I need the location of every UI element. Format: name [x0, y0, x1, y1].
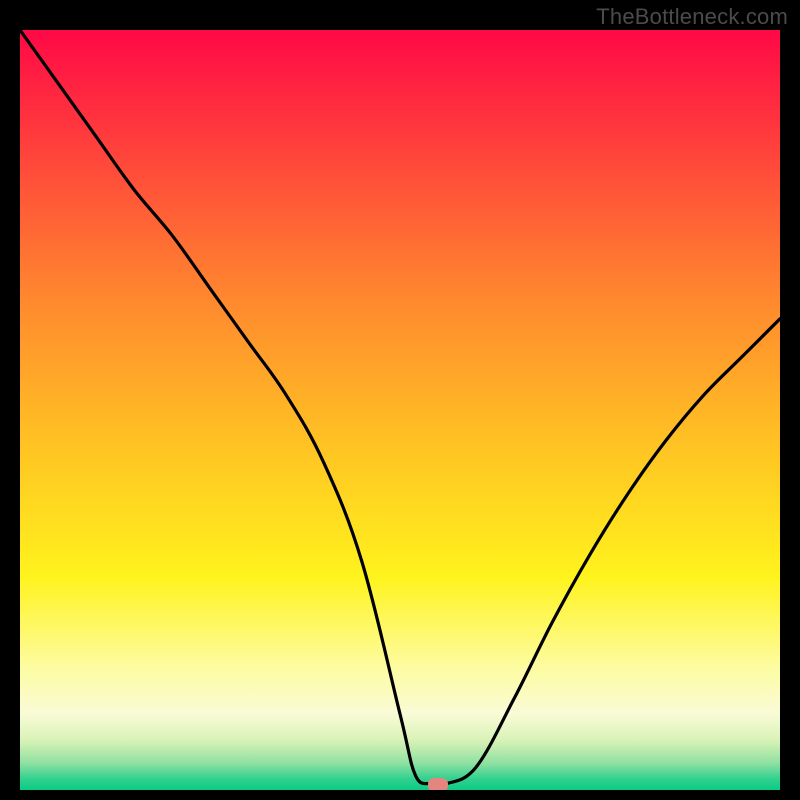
data-marker — [428, 778, 448, 790]
chart-container: TheBottleneck.com — [0, 0, 800, 800]
curve-layer — [20, 30, 780, 790]
plot-area — [20, 30, 780, 790]
attribution-text: TheBottleneck.com — [596, 4, 788, 30]
